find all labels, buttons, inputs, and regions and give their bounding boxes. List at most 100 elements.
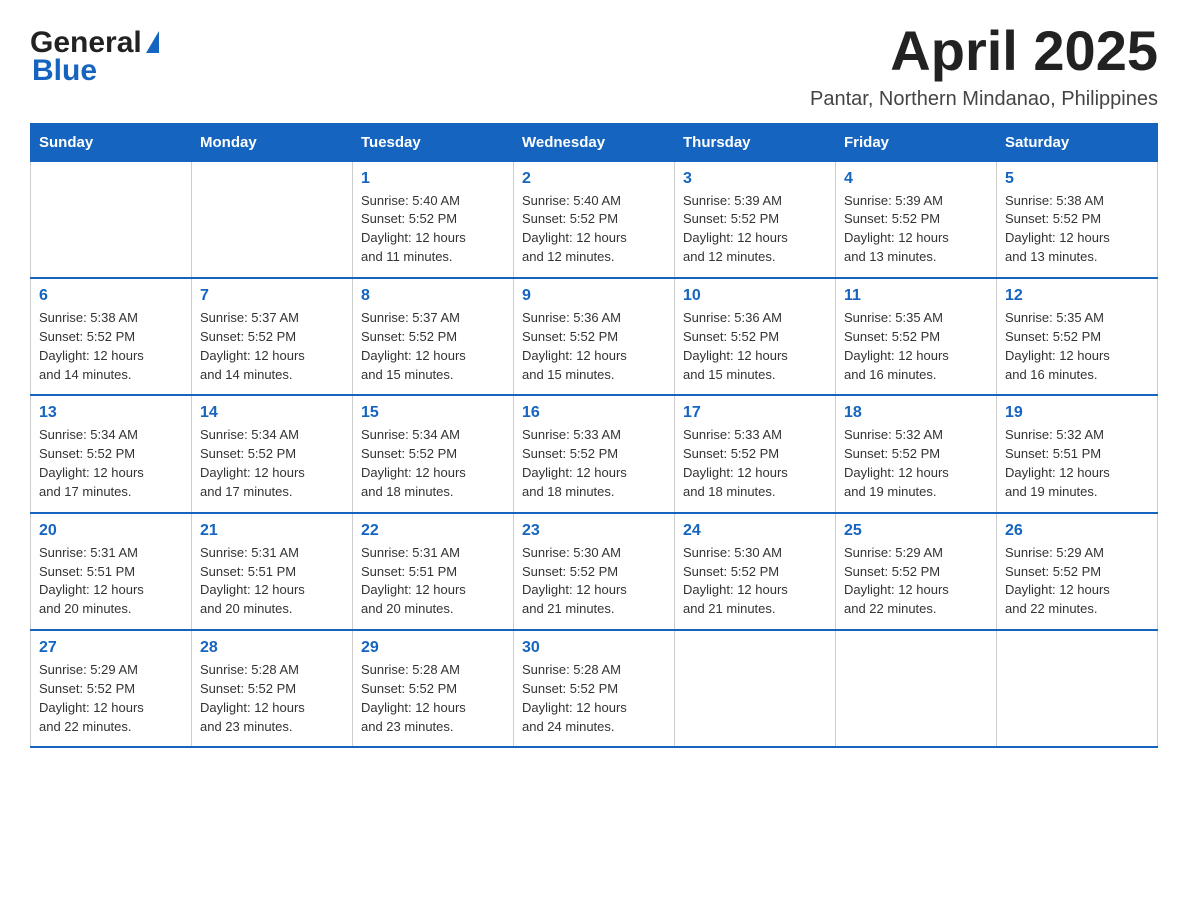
calendar-cell: 30Sunrise: 5:28 AM Sunset: 5:52 PM Dayli… [514,630,675,747]
day-number: 27 [39,639,183,657]
calendar-cell [836,630,997,747]
header-thursday: Thursday [675,123,836,161]
calendar-cell: 12 Sunrise: 5:35 AM Sunset: 5:52 PM Dayli… [997,278,1158,395]
day-info: Sunrise: 5:34 AM Sunset: 5:52 PM Dayligh… [200,426,344,501]
day-number: 2 [522,170,666,188]
calendar-cell: 6 Sunrise: 5:38 AM Sunset: 5:52 PM Daylig… [31,278,192,395]
calendar-cell: 7 Sunrise: 5:37 AM Sunset: 5:52 PM Daylig… [192,278,353,395]
day-number: 19 [1005,404,1149,422]
day-info: Sunrise: 5:39 AM Sunset: 5:52 PM Dayligh… [844,192,988,267]
calendar-cell: 11 Sunrise: 5:35 AM Sunset: 5:52 PM Dayli… [836,278,997,395]
day-info: Sunrise: 5:28 AM Sunset: 5:52 PM Dayligh… [200,661,344,736]
day-info: Sunrise: 5:34 AM Sunset: 5:52 PM Dayligh… [39,426,183,501]
day-number: 21 [200,522,344,540]
day-number: 8 [361,287,505,305]
day-info: Sunrise: 5:34 AM Sunset: 5:52 PM Dayligh… [361,426,505,501]
day-number: 3 [683,170,827,188]
day-info: Sunrise: 5:31 AM Sunset: 5:51 PM Dayligh… [361,544,505,619]
header-saturday: Saturday [997,123,1158,161]
header-tuesday: Tuesday [353,123,514,161]
day-info: Sunrise: 5:31 AM Sunset: 5:51 PM Dayligh… [200,544,344,619]
day-info: Sunrise: 5:28 AM Sunset: 5:52 PM Dayligh… [361,661,505,736]
day-info: Sunrise: 5:36 AM Sunset: 5:52 PM Dayligh… [522,309,666,384]
page-title: April 2025 [810,20,1158,82]
header-wednesday: Wednesday [514,123,675,161]
day-number: 11 [844,287,988,305]
day-number: 5 [1005,170,1149,188]
day-number: 22 [361,522,505,540]
day-number: 14 [200,404,344,422]
day-info: Sunrise: 5:29 AM Sunset: 5:52 PM Dayligh… [39,661,183,736]
day-number: 28 [200,639,344,657]
day-number: 29 [361,639,505,657]
day-number: 4 [844,170,988,188]
calendar-cell: 22 Sunrise: 5:31 AM Sunset: 5:51 PM Dayli… [353,513,514,630]
day-number: 17 [683,404,827,422]
calendar-week-row: 6 Sunrise: 5:38 AM Sunset: 5:52 PM Daylig… [31,278,1158,395]
calendar-week-row: 1 Sunrise: 5:40 AM Sunset: 5:52 PM Daylig… [31,161,1158,278]
calendar-cell: 10Sunrise: 5:36 AM Sunset: 5:52 PM Dayli… [675,278,836,395]
calendar-cell: 13 Sunrise: 5:34 AM Sunset: 5:52 PM Dayli… [31,395,192,512]
calendar-cell: 24 Sunrise: 5:30 AM Sunset: 5:52 PM Dayli… [675,513,836,630]
logo-blue-part: Blue [30,56,159,86]
right-title: April 2025 Pantar, Northern Mindanao, Ph… [810,20,1158,111]
calendar-cell: 17 Sunrise: 5:33 AM Sunset: 5:52 PM Dayli… [675,395,836,512]
day-info: Sunrise: 5:38 AM Sunset: 5:52 PM Dayligh… [39,309,183,384]
calendar-cell: 8 Sunrise: 5:37 AM Sunset: 5:52 PM Daylig… [353,278,514,395]
header-monday: Monday [192,123,353,161]
calendar-week-row: 20Sunrise: 5:31 AM Sunset: 5:51 PM Dayli… [31,513,1158,630]
calendar-cell: 29 Sunrise: 5:28 AM Sunset: 5:52 PM Dayli… [353,630,514,747]
calendar-week-row: 27 Sunrise: 5:29 AM Sunset: 5:52 PM Dayli… [31,630,1158,747]
day-info: Sunrise: 5:37 AM Sunset: 5:52 PM Dayligh… [200,309,344,384]
day-number: 12 [1005,287,1149,305]
calendar-cell: 28 Sunrise: 5:28 AM Sunset: 5:52 PM Dayli… [192,630,353,747]
day-info: Sunrise: 5:39 AM Sunset: 5:52 PM Dayligh… [683,192,827,267]
day-number: 30 [522,639,666,657]
calendar-cell: 26Sunrise: 5:29 AM Sunset: 5:52 PM Dayli… [997,513,1158,630]
day-number: 24 [683,522,827,540]
calendar-cell: 9 Sunrise: 5:36 AM Sunset: 5:52 PM Daylig… [514,278,675,395]
calendar-cell: 20Sunrise: 5:31 AM Sunset: 5:51 PM Dayli… [31,513,192,630]
day-info: Sunrise: 5:36 AM Sunset: 5:52 PM Dayligh… [683,309,827,384]
calendar-cell: 2Sunrise: 5:40 AM Sunset: 5:52 PM Daylig… [514,161,675,278]
calendar-cell [192,161,353,278]
day-number: 7 [200,287,344,305]
day-number: 1 [361,170,505,188]
day-info: Sunrise: 5:29 AM Sunset: 5:52 PM Dayligh… [1005,544,1149,619]
day-info: Sunrise: 5:35 AM Sunset: 5:52 PM Dayligh… [1005,309,1149,384]
day-number: 15 [361,404,505,422]
day-number: 18 [844,404,988,422]
calendar-cell [31,161,192,278]
calendar-cell: 21 Sunrise: 5:31 AM Sunset: 5:51 PM Dayli… [192,513,353,630]
day-info: Sunrise: 5:32 AM Sunset: 5:52 PM Dayligh… [844,426,988,501]
calendar-cell: 18 Sunrise: 5:32 AM Sunset: 5:52 PM Dayli… [836,395,997,512]
header-friday: Friday [836,123,997,161]
day-number: 6 [39,287,183,305]
calendar-table: SundayMondayTuesdayWednesdayThursdayFrid… [30,123,1158,749]
day-info: Sunrise: 5:30 AM Sunset: 5:52 PM Dayligh… [683,544,827,619]
calendar-cell: 1 Sunrise: 5:40 AM Sunset: 5:52 PM Daylig… [353,161,514,278]
calendar-cell: 3 Sunrise: 5:39 AM Sunset: 5:52 PM Daylig… [675,161,836,278]
day-number: 13 [39,404,183,422]
day-info: Sunrise: 5:30 AM Sunset: 5:52 PM Dayligh… [522,544,666,619]
calendar-cell: 15 Sunrise: 5:34 AM Sunset: 5:52 PM Dayli… [353,395,514,512]
day-info: Sunrise: 5:33 AM Sunset: 5:52 PM Dayligh… [683,426,827,501]
calendar-week-row: 13 Sunrise: 5:34 AM Sunset: 5:52 PM Dayli… [31,395,1158,512]
day-number: 9 [522,287,666,305]
calendar-cell: 16Sunrise: 5:33 AM Sunset: 5:52 PM Dayli… [514,395,675,512]
day-info: Sunrise: 5:35 AM Sunset: 5:52 PM Dayligh… [844,309,988,384]
header-row: General Blue April 2025 Pantar, Northern… [30,20,1158,111]
logo-block: General Blue [30,28,159,86]
day-number: 16 [522,404,666,422]
page-subtitle: Pantar, Northern Mindanao, Philippines [810,88,1158,111]
day-info: Sunrise: 5:31 AM Sunset: 5:51 PM Dayligh… [39,544,183,619]
day-info: Sunrise: 5:40 AM Sunset: 5:52 PM Dayligh… [361,192,505,267]
day-info: Sunrise: 5:32 AM Sunset: 5:51 PM Dayligh… [1005,426,1149,501]
calendar-cell: 19 Sunrise: 5:32 AM Sunset: 5:51 PM Dayli… [997,395,1158,512]
calendar-cell: 27 Sunrise: 5:29 AM Sunset: 5:52 PM Dayli… [31,630,192,747]
calendar-cell [675,630,836,747]
day-number: 23 [522,522,666,540]
day-info: Sunrise: 5:37 AM Sunset: 5:52 PM Dayligh… [361,309,505,384]
calendar-cell [997,630,1158,747]
calendar-cell: 5Sunrise: 5:38 AM Sunset: 5:52 PM Daylig… [997,161,1158,278]
